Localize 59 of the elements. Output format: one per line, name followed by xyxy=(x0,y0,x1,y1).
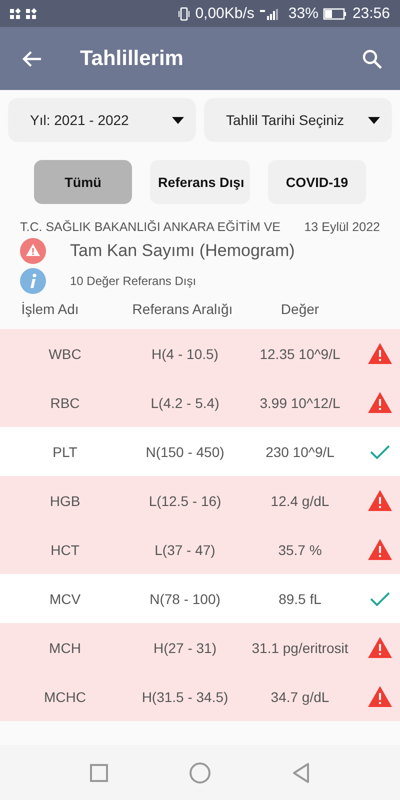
table-cell-text: RBC xyxy=(49,394,81,410)
test-name: Tam Kan Sayımı (Hemogram) xyxy=(70,241,295,261)
table-cell-text: 89.5 fL xyxy=(278,590,322,606)
table-cell-text: MCV xyxy=(48,590,82,606)
info-icon xyxy=(20,268,46,294)
filter-tab[interactable]: Tümü xyxy=(34,160,132,204)
table-cell-text: N(78 - 100) xyxy=(148,590,222,606)
warning-icon xyxy=(368,343,392,364)
home-icon[interactable] xyxy=(188,762,211,784)
table-cell-text: 12.4 g/dL xyxy=(270,492,330,508)
table-cell-text: HGB xyxy=(48,492,82,508)
table-cell-text: H(4 - 10.5) xyxy=(150,346,220,362)
warning-icon xyxy=(368,392,392,413)
warning-icon xyxy=(368,539,392,560)
screen-title: Tahlillerim xyxy=(80,46,184,70)
check-icon xyxy=(370,592,390,606)
table-cell-text: L(37 - 47) xyxy=(154,542,216,558)
table-cell-text: MCHC xyxy=(43,688,87,704)
table-cell-text: MCH xyxy=(48,640,82,656)
table-cell-text: 3.99 10^12/L xyxy=(258,394,342,410)
table-cell-text: H(31.5 - 34.5) xyxy=(140,688,230,704)
table-cell-text: N(150 - 450) xyxy=(144,444,226,460)
warning-icon xyxy=(20,238,46,264)
back-arrow-icon[interactable] xyxy=(22,50,42,68)
table-cell-text: 230 10^9/L xyxy=(264,444,336,460)
battery-percent: 33% xyxy=(288,5,318,22)
table-cell-text: 31.1 pg/eritrosit xyxy=(250,640,350,656)
clock: 23:56 xyxy=(352,5,390,22)
vibrate-icon xyxy=(178,6,190,20)
dropdown[interactable]: Yıl: 2021 - 2022 xyxy=(8,98,196,142)
table-cell-text: WBC xyxy=(48,346,82,362)
out-of-range-summary: 10 Değer Referans Dışı xyxy=(70,274,196,288)
dropdown-caret-icon xyxy=(368,116,380,124)
table-cell-text: L(12.5 - 16) xyxy=(148,492,222,508)
filter-tab[interactable]: COVID-19 xyxy=(268,160,366,204)
battery-icon xyxy=(323,8,348,20)
column-header: Referans Aralığı xyxy=(131,301,234,317)
filter-tab[interactable]: Referans Dışı xyxy=(150,160,250,204)
column-header: İşlem Adı xyxy=(20,301,80,317)
check-icon xyxy=(370,444,390,458)
hospital-name: T.C. SAĞLIK BAKANLIĞI ANKARA EĞİTİM VE xyxy=(20,220,280,234)
dropdown-caret-icon xyxy=(172,116,184,124)
table-cell-text: 12.35 10^9/L xyxy=(258,346,342,362)
warning-icon xyxy=(368,490,392,511)
table-cell-text: L(4.2 - 5.4) xyxy=(150,394,220,410)
report-date: 13 Eylül 2022 xyxy=(304,220,380,234)
warning-icon xyxy=(368,686,392,707)
search-icon[interactable] xyxy=(362,48,382,68)
table-cell-text: 35.7 % xyxy=(277,542,323,558)
network-speed: 0,00Kb/s xyxy=(195,5,254,22)
warning-icon xyxy=(368,637,392,658)
table-cell-text: 34.7 g/dL xyxy=(270,688,330,704)
table-cell-text: H(27 - 31) xyxy=(152,640,218,656)
table-cell-text: PLT xyxy=(52,444,78,460)
column-header: Değer xyxy=(280,301,320,317)
dropdown[interactable]: Tahlil Tarihi Seçiniz xyxy=(204,98,392,142)
back-icon[interactable] xyxy=(292,762,310,782)
table-cell-text: HCT xyxy=(50,542,80,558)
recents-icon[interactable] xyxy=(90,764,108,782)
